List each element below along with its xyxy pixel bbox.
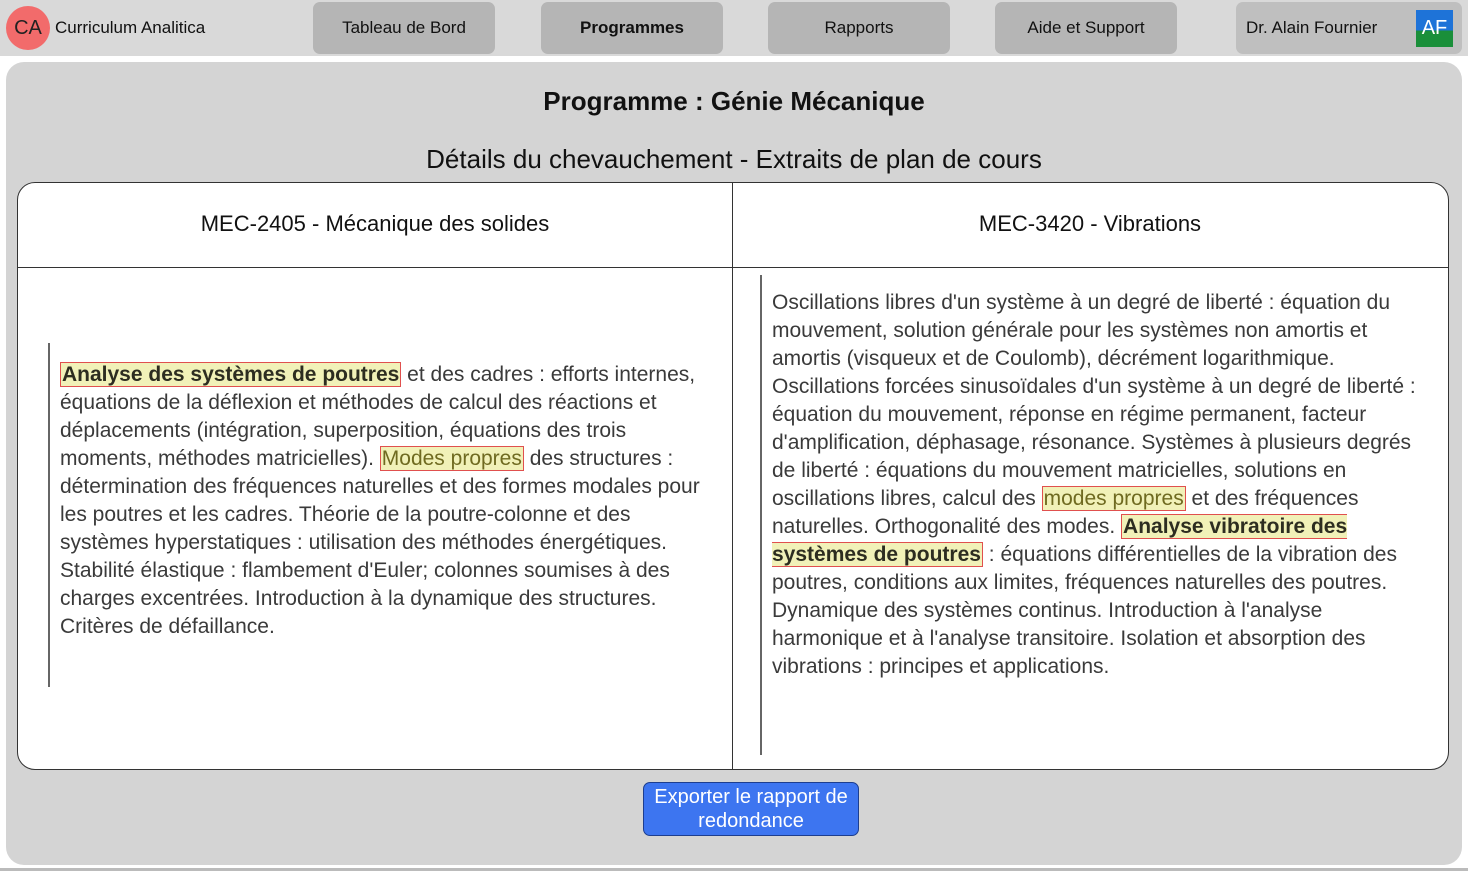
excerpt-segment: des structures : détermination des fréqu… xyxy=(60,447,700,638)
course-excerpt-left: Analyse des systèmes de poutres et des c… xyxy=(48,343,704,687)
nav-programmes[interactable]: Programmes xyxy=(541,2,723,54)
page-subtitle: Détails du chevauchement - Extraits de p… xyxy=(426,144,1042,174)
header-divider xyxy=(18,267,1448,268)
excerpt-text-right: Oscillations libres d'un système à un de… xyxy=(772,289,1430,681)
highlight-soft: modes propres xyxy=(1041,486,1186,511)
nav-rapports[interactable]: Rapports xyxy=(768,2,950,54)
excerpt-segment: Oscillations libres d'un système à un de… xyxy=(772,291,1416,510)
course-excerpt-right: Oscillations libres d'un système à un de… xyxy=(760,275,1430,755)
app-logo[interactable]: CA xyxy=(6,6,50,50)
top-navigation-bar: CA Curriculum Analitica Tableau de Bord … xyxy=(0,0,1468,56)
user-name: Dr. Alain Fournier xyxy=(1246,18,1378,37)
overlap-comparison-table: MEC-2405 - Mécanique des solides MEC-342… xyxy=(17,182,1449,770)
export-report-button[interactable]: Exporter le rapport de redondance xyxy=(643,782,859,836)
nav-tableau-de-bord[interactable]: Tableau de Bord xyxy=(313,2,495,54)
course-header-right: MEC-3420 - Vibrations xyxy=(978,211,1202,236)
program-title: Programme : Génie Mécanique xyxy=(543,86,925,116)
excerpt-text-left: Analyse des systèmes de poutres et des c… xyxy=(60,361,704,641)
nav-aide-et-support[interactable]: Aide et Support xyxy=(995,2,1177,54)
user-menu[interactable]: Dr. Alain Fournier AF xyxy=(1236,2,1462,54)
user-avatar[interactable]: AF xyxy=(1416,10,1453,47)
main-content-card: Programme : Génie Mécanique Détails du c… xyxy=(6,62,1462,865)
course-header-left: MEC-2405 - Mécanique des solides xyxy=(200,211,550,236)
highlight-soft: Modes propres xyxy=(379,446,524,471)
highlight-strong: Analyse des systèmes de poutres xyxy=(60,362,402,387)
column-divider xyxy=(732,183,733,769)
app-name: Curriculum Analitica xyxy=(55,18,206,37)
